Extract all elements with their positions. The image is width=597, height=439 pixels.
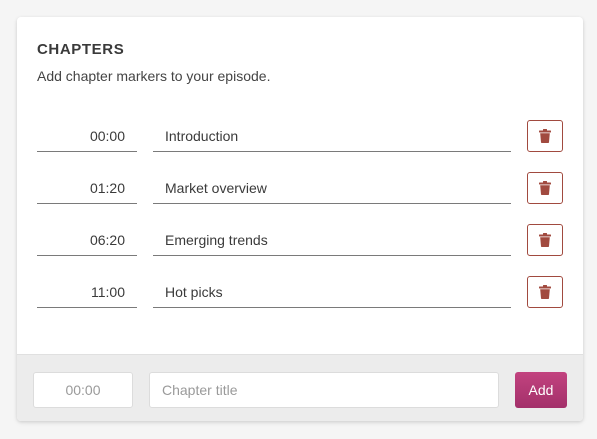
chapter-row: 00:00 Introduction [17, 120, 583, 172]
delete-chapter-button[interactable] [527, 172, 563, 204]
trash-icon [539, 181, 551, 195]
trash-icon [539, 285, 551, 299]
chapter-title-field[interactable]: Introduction [153, 120, 511, 152]
trash-icon [539, 129, 551, 143]
chapter-row: 01:20 Market overview [17, 172, 583, 224]
trash-icon [539, 233, 551, 247]
delete-chapter-button[interactable] [527, 120, 563, 152]
delete-chapter-button[interactable] [527, 224, 563, 256]
chapter-time-field[interactable]: 00:00 [37, 120, 137, 152]
panel-subtitle: Add chapter markers to your episode. [37, 68, 271, 84]
chapter-row: 11:00 Hot picks [17, 276, 583, 328]
panel-title: CHAPTERS [37, 41, 125, 58]
chapter-time-field[interactable]: 11:00 [37, 276, 137, 308]
chapter-title-field[interactable]: Hot picks [153, 276, 511, 308]
chapter-time-field[interactable]: 06:20 [37, 224, 137, 256]
chapters-panel: CHAPTERS Add chapter markers to your epi… [17, 17, 583, 421]
chapter-row: 06:20 Emerging trends [17, 224, 583, 276]
add-chapter-bar: Add [17, 354, 583, 421]
delete-chapter-button[interactable] [527, 276, 563, 308]
new-chapter-title-input[interactable] [149, 372, 499, 408]
new-chapter-time-input[interactable] [33, 372, 133, 408]
chapter-title-field[interactable]: Market overview [153, 172, 511, 204]
add-chapter-button[interactable]: Add [515, 372, 567, 408]
chapter-title-field[interactable]: Emerging trends [153, 224, 511, 256]
chapter-time-field[interactable]: 01:20 [37, 172, 137, 204]
chapter-list: 00:00 Introduction 01:20 Market overview [17, 120, 583, 328]
